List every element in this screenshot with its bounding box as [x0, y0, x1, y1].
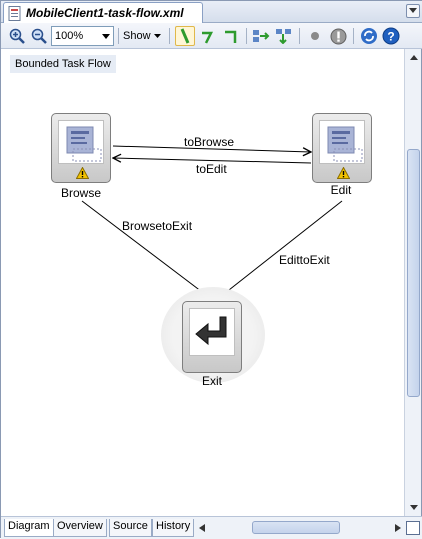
task-flow-diagram-canvas[interactable]: Bounded Task Flow toBrowse toEdit Browse… — [2, 49, 404, 516]
edit-node-label: Edit — [330, 183, 352, 197]
scroll-right-arrow-icon[interactable] — [395, 524, 401, 532]
vertical-scrollbar[interactable] — [404, 49, 421, 516]
layout-horizontal-icon[interactable] — [251, 26, 271, 46]
elbow-connector-icon[interactable] — [198, 26, 218, 46]
toolbar-divider — [169, 28, 170, 44]
tab-diagram[interactable]: Diagram — [4, 519, 54, 537]
tab-list-dropdown-icon[interactable] — [406, 4, 420, 18]
show-menu-label: Show — [123, 30, 151, 42]
return-arrow-icon — [189, 308, 235, 356]
scroll-up-arrow-icon[interactable] — [406, 50, 421, 65]
refresh-sync-icon[interactable] — [359, 26, 379, 46]
edge-label-to-edit[interactable]: toEdit — [196, 162, 227, 176]
warning-icon — [337, 167, 350, 179]
chevron-down-icon — [153, 34, 161, 38]
document-tab-strip: MobileClient1-task-flow.xml — [1, 1, 422, 23]
zoom-level-select[interactable]: 100% — [51, 26, 114, 46]
toolbar-divider — [353, 28, 354, 44]
toolbar-divider — [299, 28, 300, 44]
vertical-scroll-thumb[interactable] — [407, 149, 420, 397]
task-flow-file-icon — [8, 5, 21, 21]
edit-view-node[interactable] — [312, 113, 372, 183]
diagram-toolbar: 100% Show ? — [1, 23, 422, 49]
resize-corner — [406, 521, 420, 535]
edge-browse-to-exit[interactable] — [81, 200, 214, 301]
zoom-in-icon[interactable] — [7, 26, 27, 46]
edge-label-edit-to-exit[interactable]: EdittoExit — [279, 253, 330, 267]
svg-text:?: ? — [387, 30, 394, 44]
scroll-left-arrow-icon[interactable] — [199, 524, 205, 532]
zoom-level-value: 100% — [55, 30, 84, 42]
document-tab-title: MobileClient1-task-flow.xml — [26, 6, 184, 20]
warning-circle-icon[interactable] — [328, 26, 348, 46]
tab-source[interactable]: Source — [109, 519, 152, 537]
edge-label-to-browse[interactable]: toBrowse — [184, 135, 234, 149]
tab-history[interactable]: History — [152, 519, 195, 537]
toolbar-divider — [246, 28, 247, 44]
exit-node-label: Exit — [201, 374, 222, 388]
zoom-out-icon[interactable] — [29, 26, 49, 46]
edge-edit-to-exit[interactable] — [215, 200, 343, 301]
browse-node-label: Browse — [60, 186, 101, 200]
edge-label-browse-to-exit[interactable]: BrowsetoExit — [122, 219, 192, 233]
layout-vertical-icon[interactable] — [274, 26, 294, 46]
exit-task-flow-return-node[interactable] — [182, 301, 242, 373]
view-activity-icon — [58, 120, 104, 164]
horizontal-scrollbar[interactable] — [197, 520, 403, 536]
document-tab[interactable]: MobileClient1-task-flow.xml — [3, 2, 203, 23]
chevron-down-icon — [99, 27, 113, 45]
orthogonal-connector-icon[interactable] — [221, 26, 241, 46]
view-activity-icon — [319, 120, 365, 164]
editor-bottom-tabs: Diagram Overview Source History — [1, 516, 422, 539]
breakpoint-dot-icon[interactable] — [306, 26, 324, 46]
show-menu-button[interactable]: Show — [123, 26, 161, 46]
toolbar-divider — [118, 28, 119, 44]
straight-line-connector-icon[interactable] — [175, 26, 195, 46]
scroll-down-arrow-icon[interactable] — [406, 500, 421, 515]
browse-view-node[interactable] — [51, 113, 111, 183]
tab-overview[interactable]: Overview — [53, 519, 107, 537]
warning-icon — [76, 167, 89, 179]
editor-window: MobileClient1-task-flow.xml 100% Show ? … — [0, 0, 422, 539]
help-icon[interactable]: ? — [381, 26, 401, 46]
horizontal-scroll-thumb[interactable] — [252, 521, 340, 534]
